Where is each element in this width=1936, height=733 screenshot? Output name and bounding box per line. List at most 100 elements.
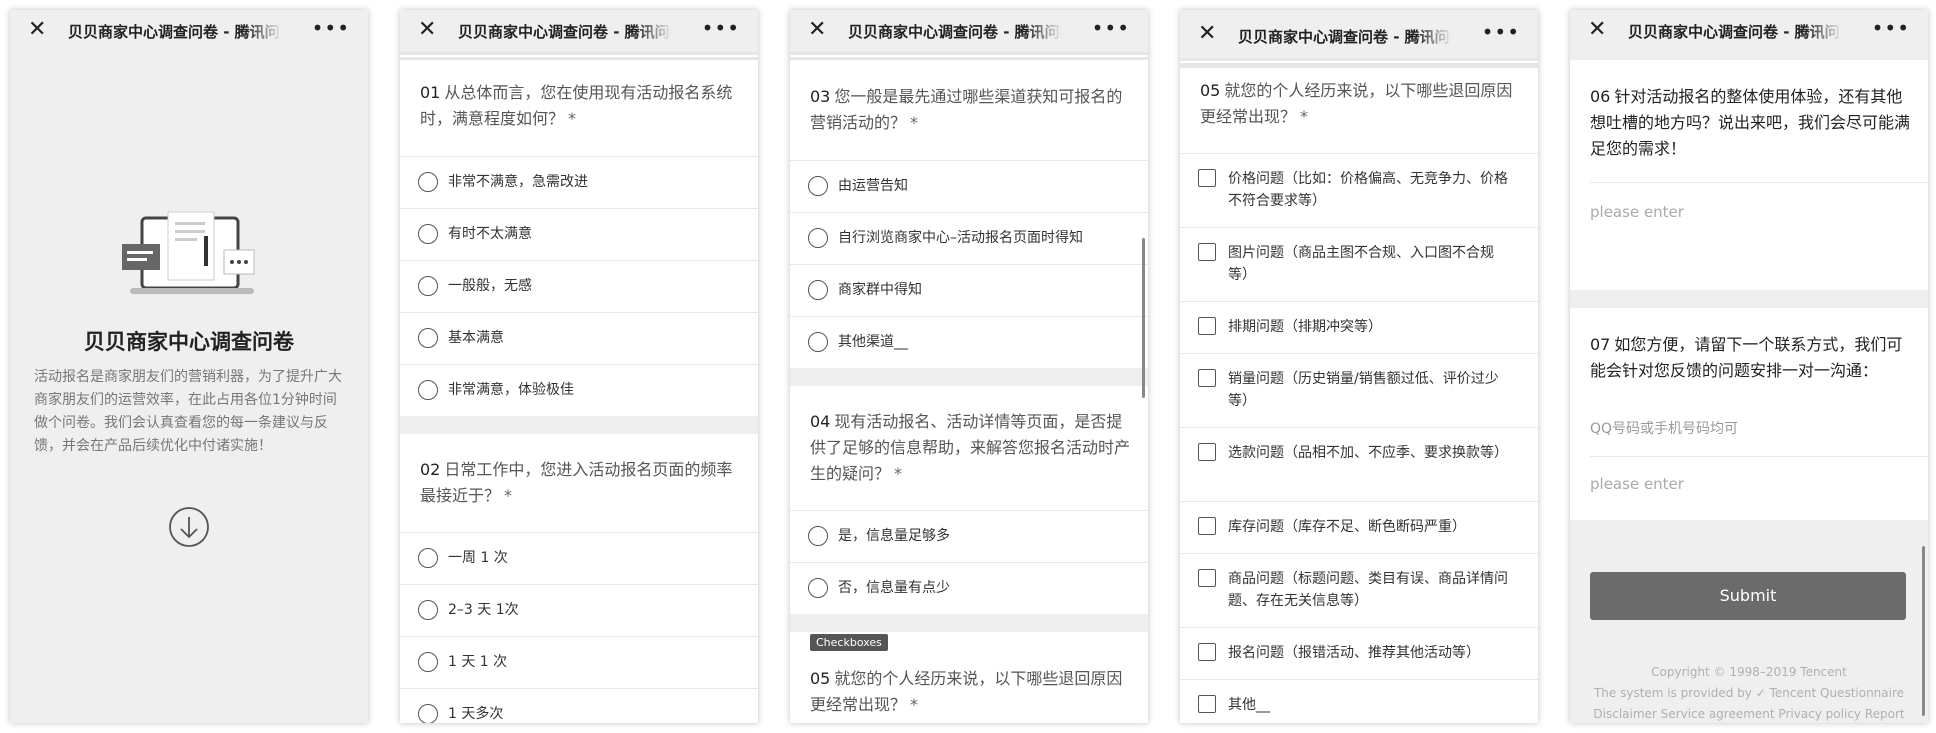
submit-button[interactable]: Submit [1590, 572, 1906, 620]
close-icon[interactable]: ✕ [1588, 19, 1606, 41]
option[interactable]: 库存问题（库存不足、断色断码严重） [1180, 501, 1538, 553]
radio[interactable] [418, 380, 438, 400]
section-divider [400, 416, 758, 434]
question-02-title: 02 日常工作中，您进入活动报名页面的频率最接近于？ * [420, 460, 733, 505]
screen-question-5: ✕ 贝贝商家中心调查问卷 - 腾讯问卷 ••• 05 就您的个人经历来说，以下哪些… [1180, 10, 1538, 723]
radio[interactable] [418, 276, 438, 296]
more-icon[interactable]: ••• [1482, 20, 1520, 44]
arrow-down-circle-icon[interactable] [168, 506, 210, 548]
nav-bar: ✕ 贝贝商家中心调查问卷 - 腾讯问卷 ••• [400, 10, 758, 52]
radio[interactable] [418, 652, 438, 672]
option[interactable]: 销量问题（历史销量/销售额过低、评价过少等） [1180, 353, 1538, 427]
nav-title: 贝贝商家中心调查问卷 - 腾讯问卷 [1628, 21, 1842, 42]
close-icon[interactable]: ✕ [1198, 23, 1216, 45]
scrollbar[interactable] [1922, 546, 1925, 716]
checkbox[interactable] [1198, 517, 1216, 535]
checkbox[interactable] [1198, 643, 1216, 661]
question-06-card: 06 针对活动报名的整体使用体验，还有其他想吐槽的地方吗？说出来吧，我们会尽可能满… [1570, 60, 1928, 290]
checkbox[interactable] [1198, 369, 1216, 387]
close-icon[interactable]: ✕ [808, 19, 826, 41]
feedback-textarea[interactable]: please enter [1590, 203, 1684, 221]
survey-heading: 贝贝商家中心调查问卷 [84, 330, 294, 354]
radio[interactable] [418, 600, 438, 620]
option[interactable]: 价格问题（比如：价格偏高、无竞争力、价格不符合要求等） [1180, 153, 1538, 227]
question-05-title: 05 就您的个人经历来说，以下哪些退回原因更经常出现？ * [1200, 81, 1513, 126]
option[interactable]: 基本满意 [400, 312, 758, 364]
radio[interactable] [808, 176, 828, 196]
question-01-title: 01 从总体而言，您在使用现有活动报名系统时，满意程度如何？ * [420, 83, 733, 128]
checkbox[interactable] [1198, 569, 1216, 587]
option[interactable]: 一般般，无感 [400, 260, 758, 312]
footer-links[interactable]: Disclaimer Service agreement Privacy pol… [1570, 705, 1928, 723]
nav-bar: ✕ 贝贝商家中心调查问卷 - 腾讯问卷 ••• [10, 10, 368, 52]
contact-input[interactable]: please enter [1590, 475, 1684, 493]
option[interactable]: 1 天 1 次 [400, 636, 758, 688]
divider [1590, 182, 1928, 183]
option[interactable]: 商品问题（标题问题、类目有误、商品详情问题、存在无关信息等） [1180, 553, 1538, 627]
scrollbar[interactable] [1142, 238, 1145, 398]
more-icon[interactable]: ••• [702, 16, 740, 40]
option[interactable]: 其他渠道__ [790, 316, 1148, 368]
checkbox[interactable] [1198, 243, 1216, 261]
option[interactable]: 否，信息量有点少 [790, 562, 1148, 614]
tencent-logo-icon: ✓ [1755, 686, 1766, 700]
radio[interactable] [808, 332, 828, 352]
option[interactable]: 是，信息量足够多 [790, 510, 1148, 562]
checkbox[interactable] [1198, 443, 1216, 461]
checkbox[interactable] [1198, 317, 1216, 335]
radio[interactable] [808, 526, 828, 546]
close-icon[interactable]: ✕ [28, 19, 46, 41]
radio[interactable] [418, 548, 438, 568]
radio[interactable] [808, 280, 828, 300]
option[interactable]: 有时不太满意 [400, 208, 758, 260]
checkbox[interactable] [1198, 695, 1216, 713]
question-07-title: 07 如您方便，请留下一个联系方式，我们可能会针对您反馈的问题安排一对一沟通： [1590, 335, 1903, 380]
option[interactable]: 自行浏览商家中心–活动报名页面时得知 [790, 212, 1148, 264]
radio[interactable] [418, 704, 438, 723]
footer-copyright: Copyright © 1998–2019 Tencent [1651, 665, 1847, 679]
option[interactable]: 商家群中得知 [790, 264, 1148, 316]
footer-provided: The system is provided by ✓ Tencent Ques… [1593, 686, 1905, 700]
nav-bar: ✕ 贝贝商家中心调查问卷 - 腾讯问卷 ••• [1180, 10, 1538, 58]
progress-track [1180, 58, 1538, 68]
nav-title: 贝贝商家中心调查问卷 - 腾讯问卷 [458, 21, 672, 42]
screen-questions-1-2: ✕ 贝贝商家中心调查问卷 - 腾讯问卷 ••• 01 从总体而言，您在使用现有活动… [400, 10, 758, 723]
option[interactable]: 非常满意，体验极佳 [400, 364, 758, 416]
more-icon[interactable]: ••• [1872, 16, 1910, 40]
option[interactable]: 选款问题（品相不加、不应季、要求换款等） [1180, 427, 1538, 501]
option[interactable]: 2–3 天 1次 [400, 584, 758, 636]
radio[interactable] [418, 172, 438, 192]
screen-intro: ✕ 贝贝商家中心调查问卷 - 腾讯问卷 ••• 贝贝商家中心调查问卷 活动报名是… [10, 10, 368, 723]
checkbox[interactable] [1198, 169, 1216, 187]
option[interactable]: 1 天多次 [400, 688, 758, 723]
progress-track [790, 52, 1148, 60]
question-07-card: 07 如您方便，请留下一个联系方式，我们可能会针对您反馈的问题安排一对一沟通： Q… [1570, 308, 1928, 520]
nav-title: 贝贝商家中心调查问卷 - 腾讯问卷 [848, 21, 1062, 42]
question-04-title: 04 现有活动报名、活动详情等页面，是否提供了足够的信息帮助，来解答您报名活动时产… [810, 412, 1131, 483]
nav-bar: ✕ 贝贝商家中心调查问卷 - 腾讯问卷 ••• [790, 10, 1148, 52]
more-icon[interactable]: ••• [312, 16, 350, 40]
section-divider [790, 614, 1148, 632]
radio[interactable] [418, 328, 438, 348]
screen-questions-3-5: ✕ 贝贝商家中心调查问卷 - 腾讯问卷 ••• 03 您一般是最先通过哪些渠道获知… [790, 10, 1148, 723]
option[interactable]: 其他__ [1180, 679, 1538, 723]
radio[interactable] [418, 224, 438, 244]
question-05-title: 05 就您的个人经历来说，以下哪些退回原因更经常出现？ * [810, 669, 1123, 714]
option[interactable]: 由运营告知 [790, 160, 1148, 212]
close-icon[interactable]: ✕ [418, 19, 436, 41]
option[interactable]: 非常不满意，急需改进 [400, 156, 758, 208]
divider [1590, 456, 1928, 457]
progress-track [400, 52, 758, 60]
option[interactable]: 图片问题（商品主图不合规、入口图不合规等） [1180, 227, 1538, 301]
radio[interactable] [808, 578, 828, 598]
checkbox-type-badge: Checkboxes [810, 634, 888, 651]
option[interactable]: 一周 1 次 [400, 532, 758, 584]
question-03-title: 03 您一般是最先通过哪些渠道获知可报名的营销活动的？ * [810, 87, 1123, 132]
more-icon[interactable]: ••• [1092, 16, 1130, 40]
nav-title: 贝贝商家中心调查问卷 - 腾讯问卷 [68, 21, 282, 42]
laptop-survey-illustration [122, 211, 255, 294]
option[interactable]: 排期问题（排期冲突等） [1180, 301, 1538, 353]
nav-title: 贝贝商家中心调查问卷 - 腾讯问卷 [1238, 26, 1452, 47]
radio[interactable] [808, 228, 828, 248]
option[interactable]: 报名问题（报错活动、推荐其他活动等） [1180, 627, 1538, 679]
